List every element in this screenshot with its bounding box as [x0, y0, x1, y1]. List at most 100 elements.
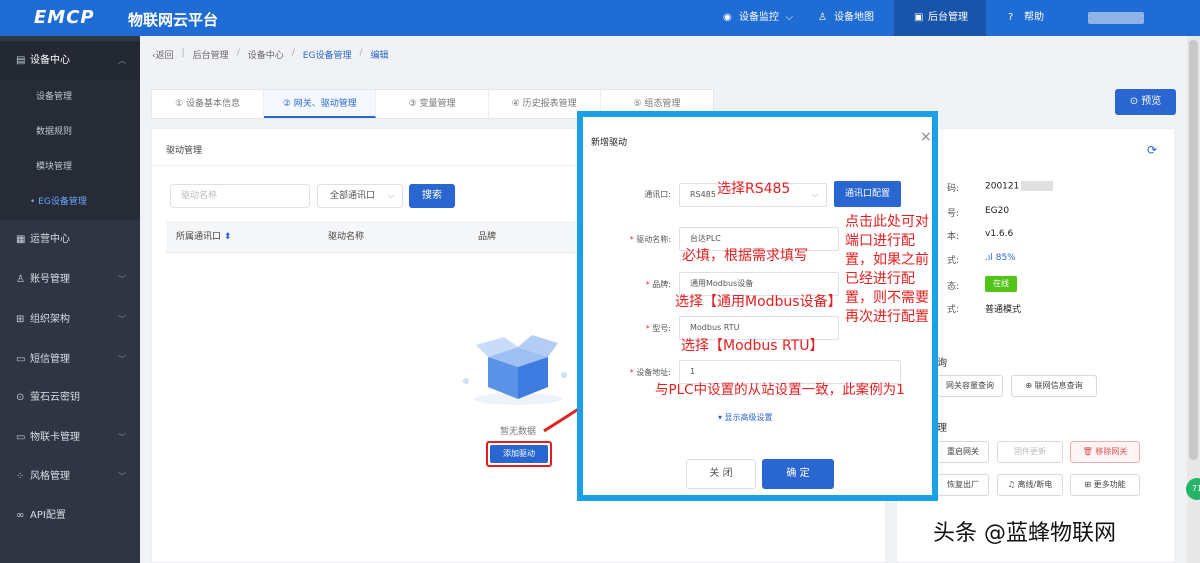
- mode-value: 普通模式: [985, 305, 1022, 315]
- modal-title: 新增驱动: [591, 138, 628, 148]
- separator: /: [236, 48, 240, 58]
- show-advanced-settings-link[interactable]: ▾ 显示高级设置: [718, 412, 773, 423]
- bell-icon: ♫: [1007, 480, 1018, 489]
- nav-device-monitor[interactable]: ◉ 设备监控 ⌵: [715, 0, 800, 36]
- sidebar-item-label: 物联卡管理: [30, 432, 80, 443]
- annotation-port-config-note: 点击此处可对 端口进行配 置，如果之前 已经进行配 置，则不需要 再次进行配置: [845, 214, 929, 325]
- tab-gateway-driver[interactable]: ② 网关、驱动管理: [264, 90, 377, 118]
- info-label: 号:: [947, 209, 960, 219]
- sidebar-item-device-center[interactable]: ▤ 设备中心 ︿: [0, 41, 140, 81]
- separator: /: [291, 48, 295, 58]
- cancel-button[interactable]: 关 闭: [686, 459, 756, 489]
- operation-icon: ▦: [16, 234, 26, 245]
- nav-backend-management[interactable]: ▣ 后台管理: [894, 0, 986, 36]
- help-icon: ?: [1008, 12, 1014, 23]
- account-icon: ♙: [16, 274, 25, 285]
- sidebar-item-org[interactable]: ⊞ 组织架构 ﹀: [0, 300, 140, 340]
- separator: |: [181, 48, 185, 58]
- chevron-down-icon: ⌵: [811, 190, 818, 199]
- info-label: 态:: [947, 282, 960, 292]
- network-info-query-button[interactable]: ⊕ 联网信息查询: [1011, 375, 1097, 397]
- tab-variable-management[interactable]: ③ 变量管理: [376, 90, 489, 118]
- breadcrumb-item[interactable]: 后台管理: [193, 48, 229, 64]
- sidebar-item-api-config[interactable]: ∞ API配置: [0, 496, 140, 536]
- info-label: 式:: [947, 256, 960, 266]
- style-icon: ⁘: [16, 471, 25, 482]
- sort-icon: ⬍: [223, 232, 232, 242]
- sidebar-item-label: 设备中心: [30, 55, 70, 66]
- nav-help[interactable]: ? 帮助: [1000, 0, 1060, 36]
- tab-device-basic-info[interactable]: ① 设备基本信息: [152, 90, 265, 118]
- annotation-required-fill: 必填，根据需求填写: [682, 248, 808, 264]
- breadcrumb-item[interactable]: 设备中心: [248, 48, 284, 64]
- sidebar-sub-eg-device-management[interactable]: • EG设备管理: [0, 185, 140, 220]
- key-icon: ⊙: [16, 392, 25, 403]
- add-driver-button[interactable]: 添加驱动: [490, 445, 548, 463]
- field-label-device-address: * 设备地址:: [629, 368, 671, 377]
- gateway-capacity-query-button[interactable]: 网关容量查询: [937, 375, 1003, 397]
- sidebar-item-account[interactable]: ♙ 账号管理 ﹀: [0, 260, 140, 300]
- device-model-value: EG20: [985, 206, 1010, 216]
- more-functions-button[interactable]: ⊞ 更多功能: [1070, 474, 1140, 496]
- breadcrumb-item[interactable]: EG设备管理: [303, 48, 352, 64]
- refresh-icon[interactable]: ⟳: [1147, 143, 1157, 157]
- signal-strength-value: .ıl 85%: [985, 253, 1016, 263]
- confirm-button[interactable]: 确 定: [762, 459, 834, 489]
- add-driver-modal: 新增驱动 × 通讯口: RS485 ⌵ 通讯口配置 * 驱动名称: 台达PLC …: [577, 111, 938, 501]
- info-label: 式:: [947, 305, 960, 315]
- remove-gateway-button[interactable]: 🗑 移除网关: [1070, 441, 1140, 463]
- driver-name-search-input[interactable]: 驱动名称: [170, 184, 310, 208]
- chevron-down-icon: ⌵: [387, 191, 394, 200]
- sidebar-item-sms[interactable]: ▭ 短信管理 ﹀: [0, 340, 140, 380]
- sidebar-item-label: 运营中心: [30, 234, 70, 245]
- top-navigation-bar: EMCP 物联网云平台 ◉ 设备监控 ⌵ ♙ 设备地图 ▣ 后台管理 ? 帮助: [0, 0, 1200, 36]
- chevron-down-icon: ﹀: [118, 355, 126, 364]
- sidebar-item-ezviz-key[interactable]: ⊙ 萤石云密钥: [0, 378, 140, 418]
- status-badge: 在线: [985, 276, 1017, 292]
- breadcrumb-current: 编辑: [370, 51, 389, 61]
- sidebar-item-style[interactable]: ⁘ 风格管理 ﹀: [0, 457, 140, 497]
- field-label-model: * 型号:: [645, 324, 671, 333]
- sidebar-item-label: 风格管理: [30, 471, 70, 482]
- chevron-down-icon: ﹀: [118, 472, 126, 481]
- field-label-port: 通讯口:: [644, 190, 671, 199]
- platform-name: 物联网云平台: [128, 11, 219, 29]
- watermark: 头条 @蓝蜂物联网: [933, 521, 1116, 546]
- annotation-select-brand: 选择【通用Modbus设备】: [675, 294, 842, 310]
- column-header-brand: 品牌: [478, 232, 497, 242]
- sidebar-sub-module-management[interactable]: 模块管理: [0, 150, 140, 185]
- grid-icon: ⊞: [1084, 480, 1094, 489]
- firmware-update-button[interactable]: 固件更新: [997, 441, 1063, 463]
- signal-icon: .ıl: [985, 253, 996, 263]
- annotation-select-rs485: 选择RS485: [717, 181, 791, 197]
- empty-state-text: 暂无数据: [500, 427, 537, 437]
- user-account-name[interactable]: [1088, 12, 1144, 24]
- card-icon: ▭: [16, 432, 26, 443]
- close-icon[interactable]: ×: [920, 129, 932, 145]
- nav-label: 帮助: [1024, 12, 1044, 23]
- restart-gateway-button[interactable]: 重启网关: [937, 441, 989, 463]
- nav-device-map[interactable]: ♙ 设备地图: [810, 0, 890, 36]
- nav-label: 设备监控: [739, 12, 779, 23]
- sidebar-sub-device-management[interactable]: 设备管理: [0, 80, 140, 115]
- device-icon: ▤: [16, 55, 26, 66]
- column-header-port[interactable]: 所属通讯口 ⬍: [176, 221, 231, 253]
- preview-button[interactable]: ⊙ 预览: [1115, 89, 1176, 115]
- chevron-down-icon: ﹀: [118, 275, 126, 284]
- play-icon: ⊙: [1129, 96, 1142, 107]
- port-filter-select[interactable]: 全部通讯口 ⌵: [317, 184, 403, 208]
- back-link[interactable]: ‹返回: [152, 48, 174, 64]
- chevron-down-icon: ﹀: [118, 433, 126, 442]
- factory-reset-button[interactable]: 恢复出厂: [937, 474, 989, 496]
- search-button[interactable]: 搜索: [409, 184, 455, 208]
- sidebar-item-operation-center[interactable]: ▦ 运营中心: [0, 220, 140, 260]
- field-label-brand: * 品牌:: [645, 280, 671, 289]
- offline-power-off-button[interactable]: ♫ 离线/断电: [997, 474, 1063, 496]
- monitor-icon: ◉: [723, 12, 732, 23]
- sidebar-sub-data-rules[interactable]: 数据规则: [0, 115, 140, 150]
- nav-label: 后台管理: [928, 12, 968, 23]
- field-label-driver-name: * 驱动名称:: [629, 235, 671, 244]
- scrollbar-thumb[interactable]: [1189, 40, 1198, 460]
- sidebar-item-iot-card[interactable]: ▭ 物联卡管理 ﹀: [0, 418, 140, 458]
- port-config-button[interactable]: 通讯口配置: [834, 181, 901, 207]
